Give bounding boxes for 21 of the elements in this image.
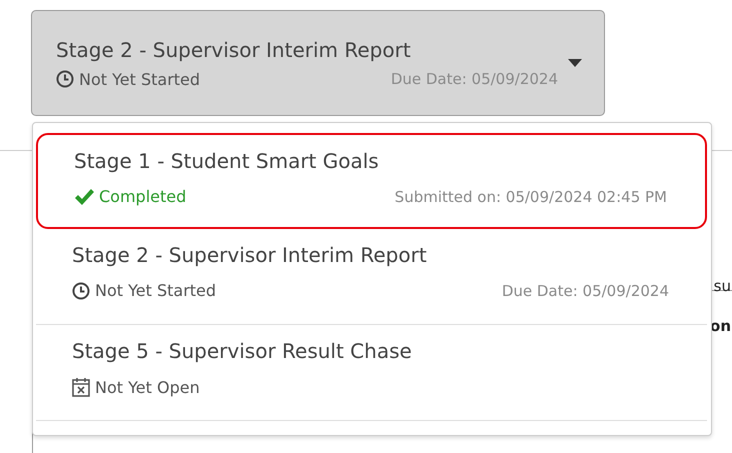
caret-icon [568,59,582,67]
stage-title: Stage 1 - Student Smart Goals [74,149,380,173]
stage-title: Stage 2 - Supervisor Interim Report [56,38,412,62]
stage-title: Stage 5 - Supervisor Result Chase [72,339,413,363]
stage-option[interactable]: Stage 5 - Supervisor Result Chase Not Yet Open [36,325,707,421]
stage-title: Stage 2 - Supervisor Interim Report [72,243,428,267]
status-label: Completed [74,187,186,206]
check-icon [74,188,94,206]
calendar-x-icon [72,377,90,397]
status-label: Not Yet Started [56,70,200,88]
stage-option[interactable]: Stage 1 - Student Smart Goals Completed Submitted on: 05/09/2024 02:45 PM [36,133,707,229]
date-label: Due Date: 05/09/2024 [502,282,669,300]
clock-icon [56,70,74,88]
clock-icon [72,282,90,300]
date-label: Submitted on: 05/09/2024 02:45 PM [394,188,667,206]
date-label: Due Date: 05/09/2024 [390,70,558,88]
stage-option[interactable]: Stage 2 - Supervisor Interim Report Not Yet Started Due Date: 05/09/2024 [36,229,707,325]
stage-dropdown[interactable]: Stage 2 - Supervisor Interim Report Not Yet Started Due Date: 05/09/2024 [31,10,605,116]
status-label: Not Yet Started [72,281,216,300]
status-label: Not Yet Open [72,377,200,397]
background-text: su [714,277,731,295]
